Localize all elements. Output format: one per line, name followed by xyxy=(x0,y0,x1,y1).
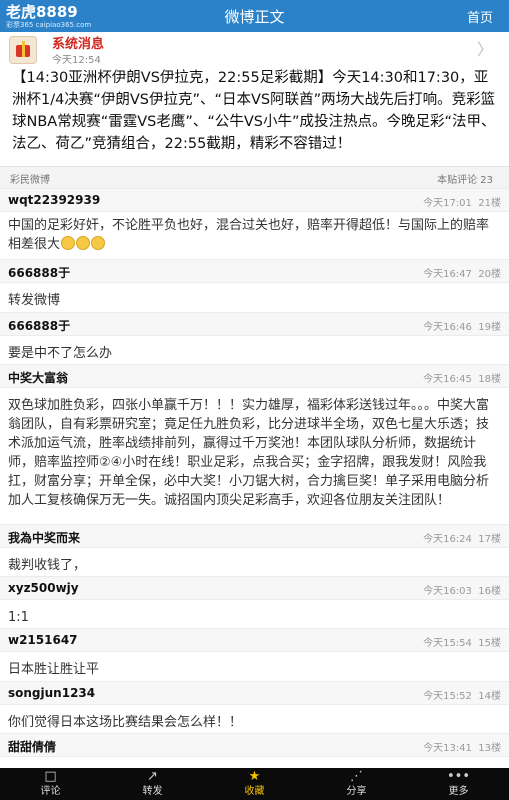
comment-user[interactable]: 我為中奖而来 xyxy=(8,529,80,546)
comment-user[interactable]: 666888于 xyxy=(8,264,70,281)
comment-header: songjun1234 今天15:52 14楼 xyxy=(0,681,509,705)
comment-text: 中国的足彩好奸，不论胜平负也好，混合过关也好，赔率开得超低！与国际上的赔率相差很… xyxy=(8,218,490,252)
message-sender[interactable]: 系统消息 xyxy=(52,33,104,52)
emoji-icon xyxy=(61,236,76,250)
comment-item: wqt22392939 今天17:01 21楼 中国的足彩好奸，不论胜平负也好，… xyxy=(0,188,509,254)
comment-text: 1:1 xyxy=(8,610,29,625)
comment-user[interactable]: wqt22392939 xyxy=(8,193,100,207)
comment-text: 转发微博 xyxy=(8,293,61,308)
comment-item: xyz500wjy 今天16:03 16楼 1:1 xyxy=(0,576,509,627)
comment-meta: 今天17:01 21楼 xyxy=(423,198,501,209)
comment-header: 666888于 今天16:47 20楼 xyxy=(0,259,509,283)
comment-user[interactable]: xyz500wjy xyxy=(8,581,79,595)
avatar xyxy=(9,36,37,64)
comment-text: 要是中不了怎么办 xyxy=(8,346,113,361)
comment-item: 666888于 今天16:46 19楼 要是中不了怎么办 xyxy=(0,312,509,363)
gift-ribbon xyxy=(22,41,25,57)
comment-meta: 今天16:45 18楼 xyxy=(423,374,501,385)
comment-meta: 今天16:46 19楼 xyxy=(423,322,501,333)
comment-header: wqt22392939 今天17:01 21楼 xyxy=(0,188,509,212)
comment-user[interactable]: songjun1234 xyxy=(8,686,95,700)
comment-item: 中奖大富翁 今天16:45 18楼 双色球加胜负彩，四张小单赢千万！！！实力雄厚… xyxy=(0,364,509,510)
comments-bar: 彩民微博 本贴评论 23 xyxy=(0,166,509,190)
comment-icon: □ xyxy=(44,769,57,784)
more-icon: ••• xyxy=(446,769,470,784)
comment-header: 中奖大富翁 今天16:45 18楼 xyxy=(0,364,509,388)
post-body: 【14:30亚洲杯伊朗VS伊拉克，22:55足彩截期】今天14:30和17:30… xyxy=(12,70,496,152)
comment-meta: 今天16:47 20楼 xyxy=(423,269,501,280)
top-bar: 老虎8889 彩票365 caipiao365.com 微博正文 首页 xyxy=(0,0,509,32)
tab-favorite[interactable]: ★ 收藏 xyxy=(204,768,305,800)
chevron-right-icon[interactable]: 〉 xyxy=(477,36,493,60)
star-icon: ★ xyxy=(248,769,261,784)
forward-icon: ↗ xyxy=(147,769,158,784)
comment-meta: 今天13:41 13楼 xyxy=(423,743,501,754)
comment-meta: 今天16:03 16楼 xyxy=(423,586,501,597)
comment-user[interactable]: 666888于 xyxy=(8,317,70,334)
comment-header: 甜甜倩倩 今天13:41 13楼 xyxy=(0,733,509,757)
comment-user[interactable]: 中奖大富翁 xyxy=(8,369,68,386)
comment-user[interactable]: w2151647 xyxy=(8,633,78,647)
comment-header: xyz500wjy 今天16:03 16楼 xyxy=(0,576,509,600)
comment-meta: 今天15:54 15楼 xyxy=(423,638,501,649)
emoji-icon xyxy=(76,236,91,250)
bottom-toolbar: □ 评论 ↗ 转发 ★ 收藏 ⋰ 分享 ••• 更多 xyxy=(0,768,509,800)
comment-item: songjun1234 今天15:52 14楼 你们觉得日本这场比赛结果会怎么样… xyxy=(0,681,509,732)
comment-header: 我為中奖而来 今天16:24 17楼 xyxy=(0,524,509,548)
comment-item: 我為中奖而来 今天16:24 17楼 裁判收钱了， xyxy=(0,524,509,575)
comment-text: 裁判收钱了， xyxy=(8,558,87,573)
tab-forward[interactable]: ↗ 转发 xyxy=(102,768,203,800)
home-button[interactable]: 首页 xyxy=(467,7,493,26)
tab-share[interactable]: ⋰ 分享 xyxy=(306,768,407,800)
emoji-icon xyxy=(91,236,106,250)
comment-header: 666888于 今天16:46 19楼 xyxy=(0,312,509,336)
share-icon: ⋰ xyxy=(350,769,363,784)
page-title: 微博正文 xyxy=(224,8,285,26)
message-header[interactable]: 系统消息 今天12:54 〉 xyxy=(0,32,509,66)
message-time: 今天12:54 xyxy=(52,55,101,66)
comment-text: 日本胜让胜让平 xyxy=(8,662,100,677)
comment-user[interactable]: 甜甜倩倩 xyxy=(8,738,56,755)
comment-text: 你们觉得日本这场比赛结果会怎么样！！ xyxy=(8,715,243,730)
comment-item: 甜甜倩倩 今天13:41 13楼 xyxy=(0,733,509,757)
comment-meta: 今天15:52 14楼 xyxy=(423,691,501,702)
comment-header: w2151647 今天15:54 15楼 xyxy=(0,628,509,652)
comments-count: 本贴评论 23 xyxy=(437,175,493,186)
tab-more[interactable]: ••• 更多 xyxy=(408,768,509,800)
comments-source: 彩民微博 xyxy=(10,175,50,186)
comment-item: w2151647 今天15:54 15楼 日本胜让胜让平 xyxy=(0,628,509,679)
comment-meta: 今天16:24 17楼 xyxy=(423,534,501,545)
comment-item: 666888于 今天16:47 20楼 转发微博 xyxy=(0,259,509,310)
tab-comment[interactable]: □ 评论 xyxy=(0,768,101,800)
comment-text: 双色球加胜负彩，四张小单赢千万！！！实力雄厚，福彩体彩送钱过年。。。中奖大富翁团… xyxy=(8,398,490,508)
